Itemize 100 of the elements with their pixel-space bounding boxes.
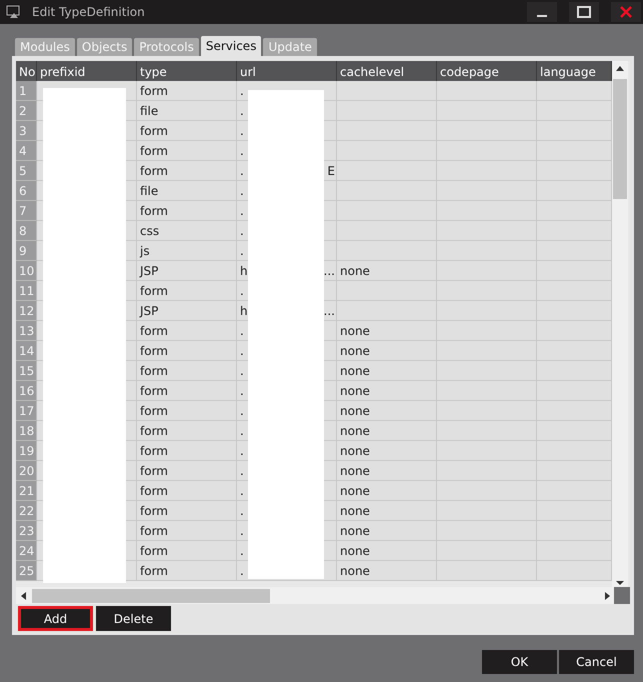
row-number: 22 [16, 501, 37, 521]
row-number: 6 [16, 181, 37, 201]
row-number: 9 [16, 241, 37, 261]
table-cell: none [337, 521, 437, 541]
table-cell: form [137, 341, 237, 361]
row-number: 8 [16, 221, 37, 241]
row-number: 5 [16, 161, 37, 181]
url-fragment: . [240, 284, 244, 298]
cancel-button[interactable]: Cancel [559, 650, 634, 674]
table-cell: form [137, 441, 237, 461]
table-cell: form [137, 321, 237, 341]
url-fragment: h [240, 264, 248, 278]
tab[interactable]: Services [200, 36, 262, 56]
table-cell: none [337, 481, 437, 501]
url-fragment: . [240, 404, 244, 418]
url-fragment: . [240, 564, 244, 578]
url-fragment: . [240, 84, 244, 98]
table-cell: form [137, 501, 237, 521]
row-number: 11 [16, 281, 37, 301]
table-cell: form [137, 161, 237, 181]
row-number: 15 [16, 361, 37, 381]
table-cell: none [337, 441, 437, 461]
table-cell: form [137, 361, 237, 381]
table-cell: css [137, 221, 237, 241]
table-cell: form [137, 481, 237, 501]
minimize-button[interactable] [527, 2, 557, 22]
table-cell: JSP [137, 301, 237, 321]
table-cell: form [137, 521, 237, 541]
row-number: 12 [16, 301, 37, 321]
url-fragment: . [240, 544, 244, 558]
scrollbar-corner [614, 587, 630, 604]
scroll-thumb[interactable] [613, 79, 627, 199]
url-fragment: . [240, 504, 244, 518]
window-title: Edit TypeDefinition [32, 5, 146, 19]
table-cell: none [337, 461, 437, 481]
table-cell: file [137, 181, 237, 201]
close-button[interactable] [611, 2, 641, 22]
table-cell: form [137, 201, 237, 221]
url-fragment: . [240, 184, 244, 198]
row-number: 19 [16, 441, 37, 461]
add-button[interactable]: Add [18, 606, 93, 631]
row-number: 23 [16, 521, 37, 541]
minimize-icon [537, 15, 547, 17]
url-fragment: . [240, 244, 244, 258]
table-cell: none [337, 261, 437, 281]
url-fragment: . [240, 204, 244, 218]
table-cell: form [137, 461, 237, 481]
row-number: 14 [16, 341, 37, 361]
url-fragment: . [240, 444, 244, 458]
table-cell: none [337, 541, 437, 561]
url-fragment: . [240, 424, 244, 438]
row-number: 7 [16, 201, 37, 221]
url-fragment: . [240, 164, 244, 178]
table-cell: none [337, 421, 437, 441]
url-fragment: . [240, 464, 244, 478]
url-fragment: . [240, 104, 244, 118]
row-number: 17 [16, 401, 37, 421]
delete-button[interactable]: Delete [96, 606, 171, 631]
row-number: 1 [16, 81, 37, 101]
url-fragment: . [240, 364, 244, 378]
row-number: 13 [16, 321, 37, 341]
row-number: 10 [16, 261, 37, 281]
column-header: codepage [437, 61, 537, 82]
url-fragment: . [240, 344, 244, 358]
table-cell: form [137, 281, 237, 301]
column-header: url [237, 61, 337, 82]
row-number: 3 [16, 121, 37, 141]
row-number: 25 [16, 561, 37, 581]
url-fragment: . [240, 484, 244, 498]
row-number: 4 [16, 141, 37, 161]
table-cell: form [137, 121, 237, 141]
column-header: cachelevel [337, 61, 437, 82]
table-cell: none [337, 561, 437, 581]
table-cell: form [137, 561, 237, 581]
url-fragment: E [327, 164, 335, 178]
table-cell: js [137, 241, 237, 261]
maximize-button[interactable] [569, 2, 599, 22]
table-cell: none [337, 381, 437, 401]
row-number: 20 [16, 461, 37, 481]
row-number: 2 [16, 101, 37, 121]
url-fragment: . [240, 124, 244, 138]
row-number: 24 [16, 541, 37, 561]
url-fragment: . [240, 144, 244, 158]
url-fragment: . [240, 324, 244, 338]
table-cell: form [137, 421, 237, 441]
table-cell: none [337, 401, 437, 421]
table-cell: none [337, 361, 437, 381]
maximize-icon [577, 6, 591, 18]
table-cell: none [337, 501, 437, 521]
ok-button[interactable]: OK [482, 650, 557, 674]
table-cell: form [137, 401, 237, 421]
table-cell: form [137, 541, 237, 561]
column-header: type [137, 61, 237, 82]
url-fragment: ... [324, 264, 335, 278]
table-cell: form [137, 81, 237, 101]
column-header: No [16, 61, 37, 82]
table-cell: none [337, 321, 437, 341]
scroll-thumb[interactable] [32, 588, 270, 602]
url-fragment: . [240, 524, 244, 538]
url-fragment: ... [324, 304, 335, 318]
